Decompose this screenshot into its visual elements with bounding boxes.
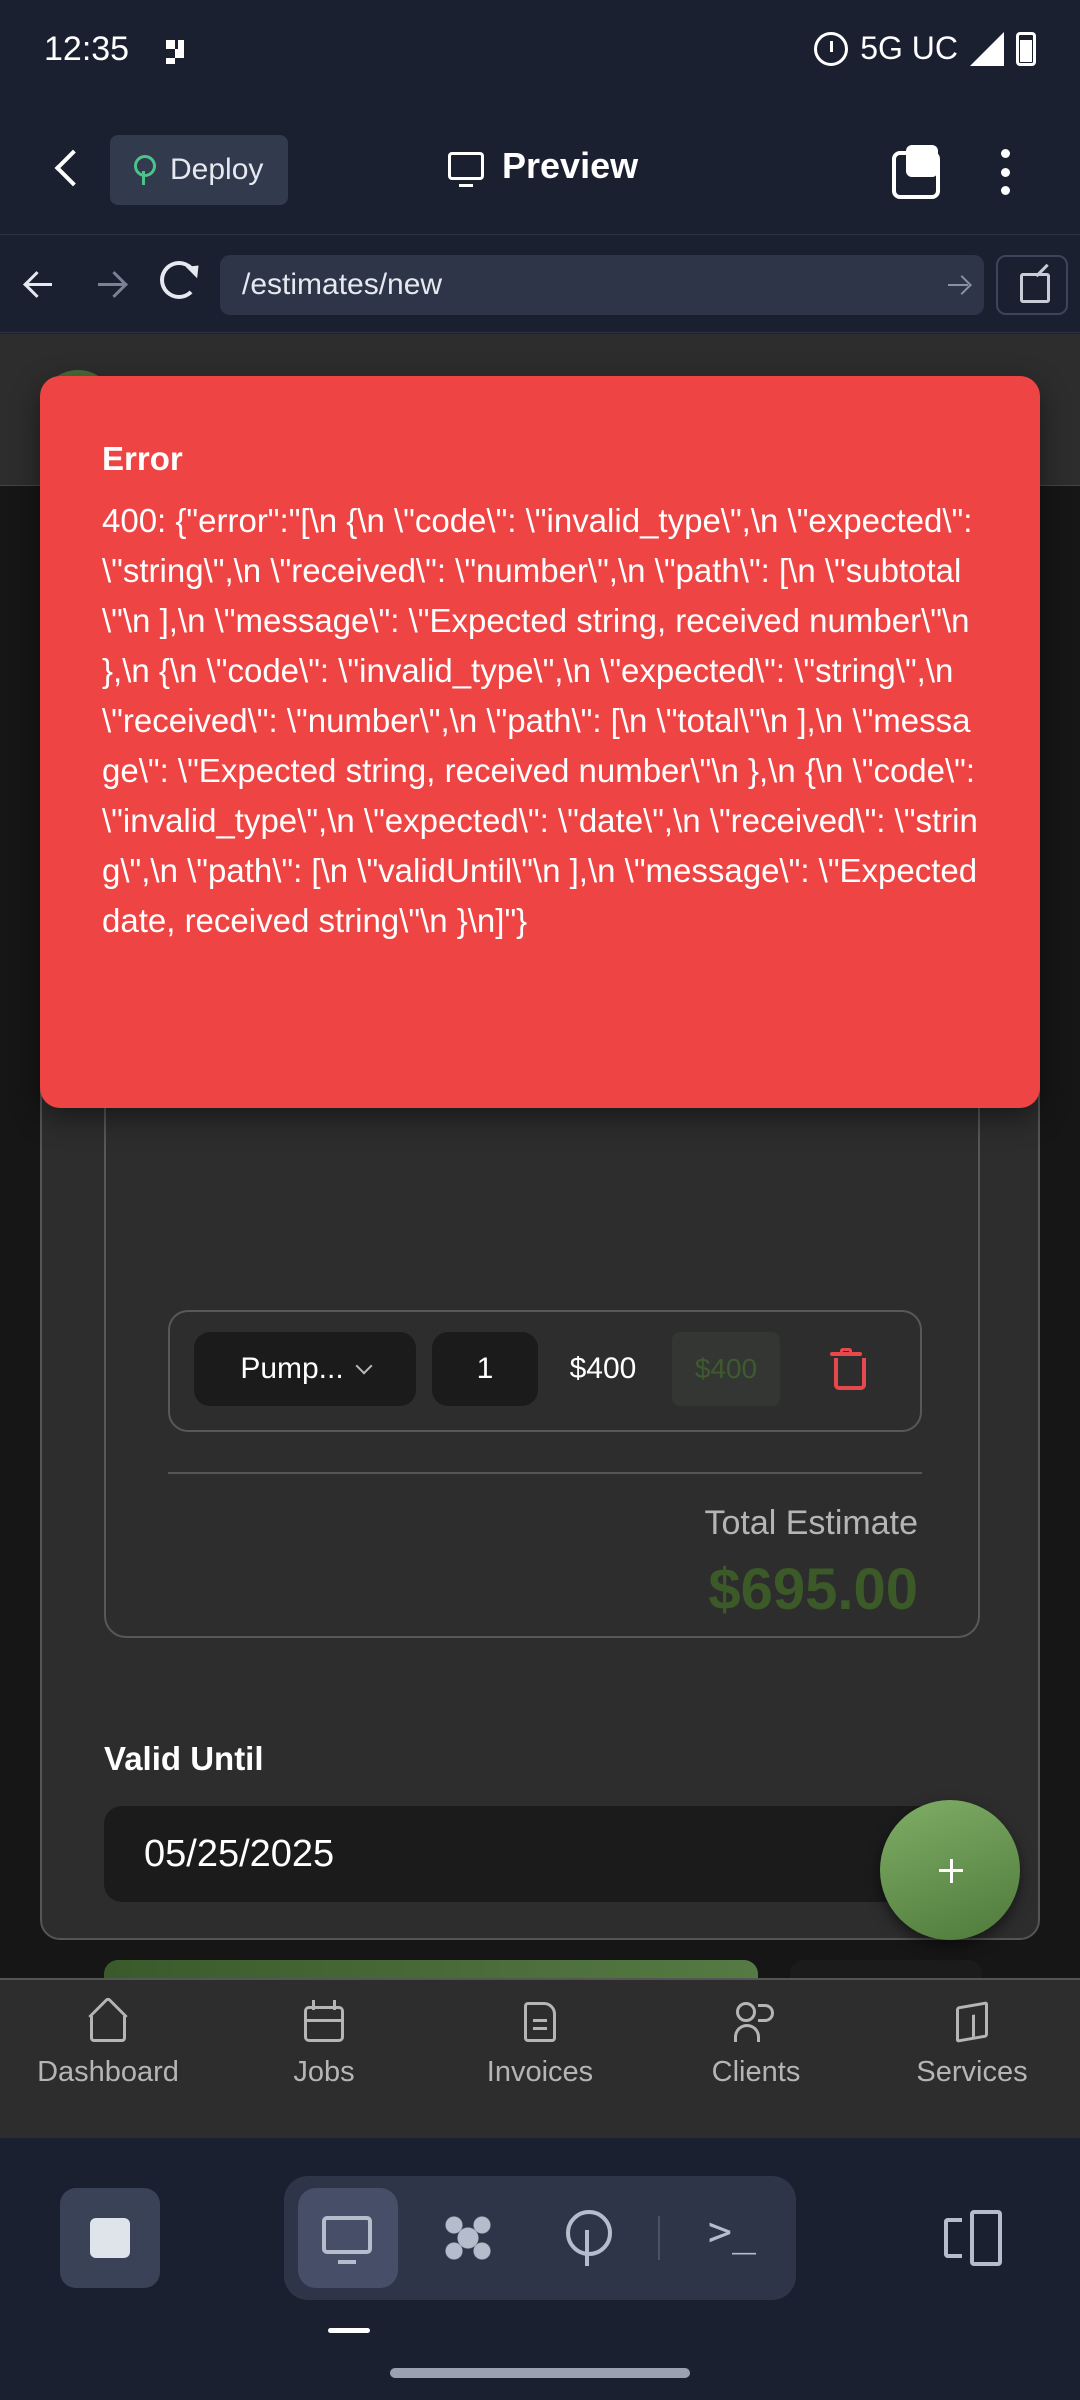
nav-label: Services — [916, 2056, 1028, 2088]
status-indicators: 5G UC — [814, 30, 1036, 67]
nav-item-invoices[interactable]: Invoices — [432, 1990, 648, 2130]
unit-price: $400 — [569, 1352, 637, 1385]
valid-until-select[interactable]: 05/25/2025 — [104, 1806, 980, 1902]
monitor-icon — [448, 152, 484, 187]
service-select[interactable]: Pump... — [194, 1332, 416, 1406]
service-value: Pump... — [240, 1352, 344, 1385]
nav-label: Clients — [711, 2056, 801, 2088]
gesture-bar[interactable] — [390, 2368, 690, 2378]
divider — [658, 2216, 660, 2260]
reload-icon[interactable] — [160, 261, 198, 299]
preview-label: Preview — [502, 145, 639, 186]
nav-item-clients[interactable]: Clients — [648, 1990, 864, 2130]
go-arrow-icon[interactable] — [948, 275, 970, 295]
deploy-icon — [566, 2210, 612, 2266]
error-title: Error — [102, 440, 183, 477]
status-time: 12:35 — [44, 30, 130, 68]
stop-button[interactable] — [60, 2188, 160, 2288]
error-message: 400: {"error":"[\n {\n \"code\": \"inval… — [102, 502, 987, 939]
url-text: /estimates/new — [242, 268, 443, 301]
package-icon — [950, 2000, 994, 2044]
total-label: Total Estimate — [704, 1504, 918, 1542]
calendar-icon — [302, 2000, 346, 2044]
nav-label: Invoices — [486, 2056, 594, 2088]
agent-tool[interactable] — [418, 2188, 518, 2288]
chevron-down-icon — [355, 1357, 373, 1375]
deploy-icon — [130, 155, 158, 185]
workflow-icon — [440, 2212, 496, 2264]
valid-until-value: 05/25/2025 — [144, 1833, 335, 1875]
system-toolbar: >_ — [0, 2138, 1080, 2400]
nav-item-dashboard[interactable]: Dashboard — [0, 1990, 216, 2130]
line-item-row: Pump... 1 $400 $400 — [168, 1310, 922, 1432]
preview-title: Preview — [448, 145, 638, 187]
browser-forward-icon[interactable] — [90, 265, 130, 305]
home-icon — [86, 1996, 130, 2044]
signal-icon — [970, 31, 1004, 66]
network-type: 5G UC — [860, 30, 958, 66]
divider — [168, 1472, 922, 1474]
deploy-tool[interactable] — [538, 2188, 638, 2288]
active-tab-indicator — [328, 2328, 370, 2333]
status-bar: 12:35 5G UC — [0, 0, 1080, 105]
open-external-icon[interactable] — [996, 255, 1068, 315]
deploy-label: Deploy — [170, 153, 264, 186]
nav-label: Dashboard — [37, 2056, 179, 2088]
battery-icon — [1016, 31, 1036, 66]
add-fab-button[interactable] — [880, 1800, 1020, 1940]
nav-item-jobs[interactable]: Jobs — [216, 1990, 432, 2130]
notification-icon — [166, 40, 190, 64]
alarm-icon — [814, 31, 849, 66]
back-icon[interactable] — [48, 147, 92, 191]
browser-back-icon[interactable] — [22, 265, 62, 305]
valid-until-label: Valid Until — [104, 1740, 264, 1777]
quantity-input[interactable]: 1 — [432, 1332, 538, 1406]
total-value: $695.00 — [708, 1557, 918, 1622]
document-icon — [518, 2000, 562, 2044]
trash-icon[interactable] — [830, 1348, 866, 1390]
preview-tool[interactable] — [298, 2188, 398, 2288]
browser-toolbar: /estimates/new — [0, 235, 1080, 333]
line-total: $400 — [672, 1332, 780, 1406]
bottom-nav: Dashboard Jobs Invoices Clients Services — [0, 1978, 1080, 2138]
app-header: Deploy Preview — [0, 105, 1080, 235]
users-icon — [734, 2000, 778, 2044]
tool-group: >_ — [284, 2176, 796, 2300]
nav-label: Jobs — [293, 2056, 355, 2088]
nav-item-services[interactable]: Services — [864, 1990, 1080, 2130]
tabs-icon[interactable] — [892, 145, 940, 199]
more-options-icon[interactable] — [998, 149, 1012, 195]
monitor-icon — [322, 2216, 372, 2264]
deploy-button[interactable]: Deploy — [110, 135, 288, 205]
split-view-icon[interactable] — [940, 2210, 1002, 2266]
error-toast[interactable]: Error 400: {"error":"[\n {\n \"code\": \… — [40, 376, 1040, 1108]
terminal-tool[interactable]: >_ — [682, 2202, 782, 2262]
url-input[interactable]: /estimates/new — [220, 255, 984, 315]
